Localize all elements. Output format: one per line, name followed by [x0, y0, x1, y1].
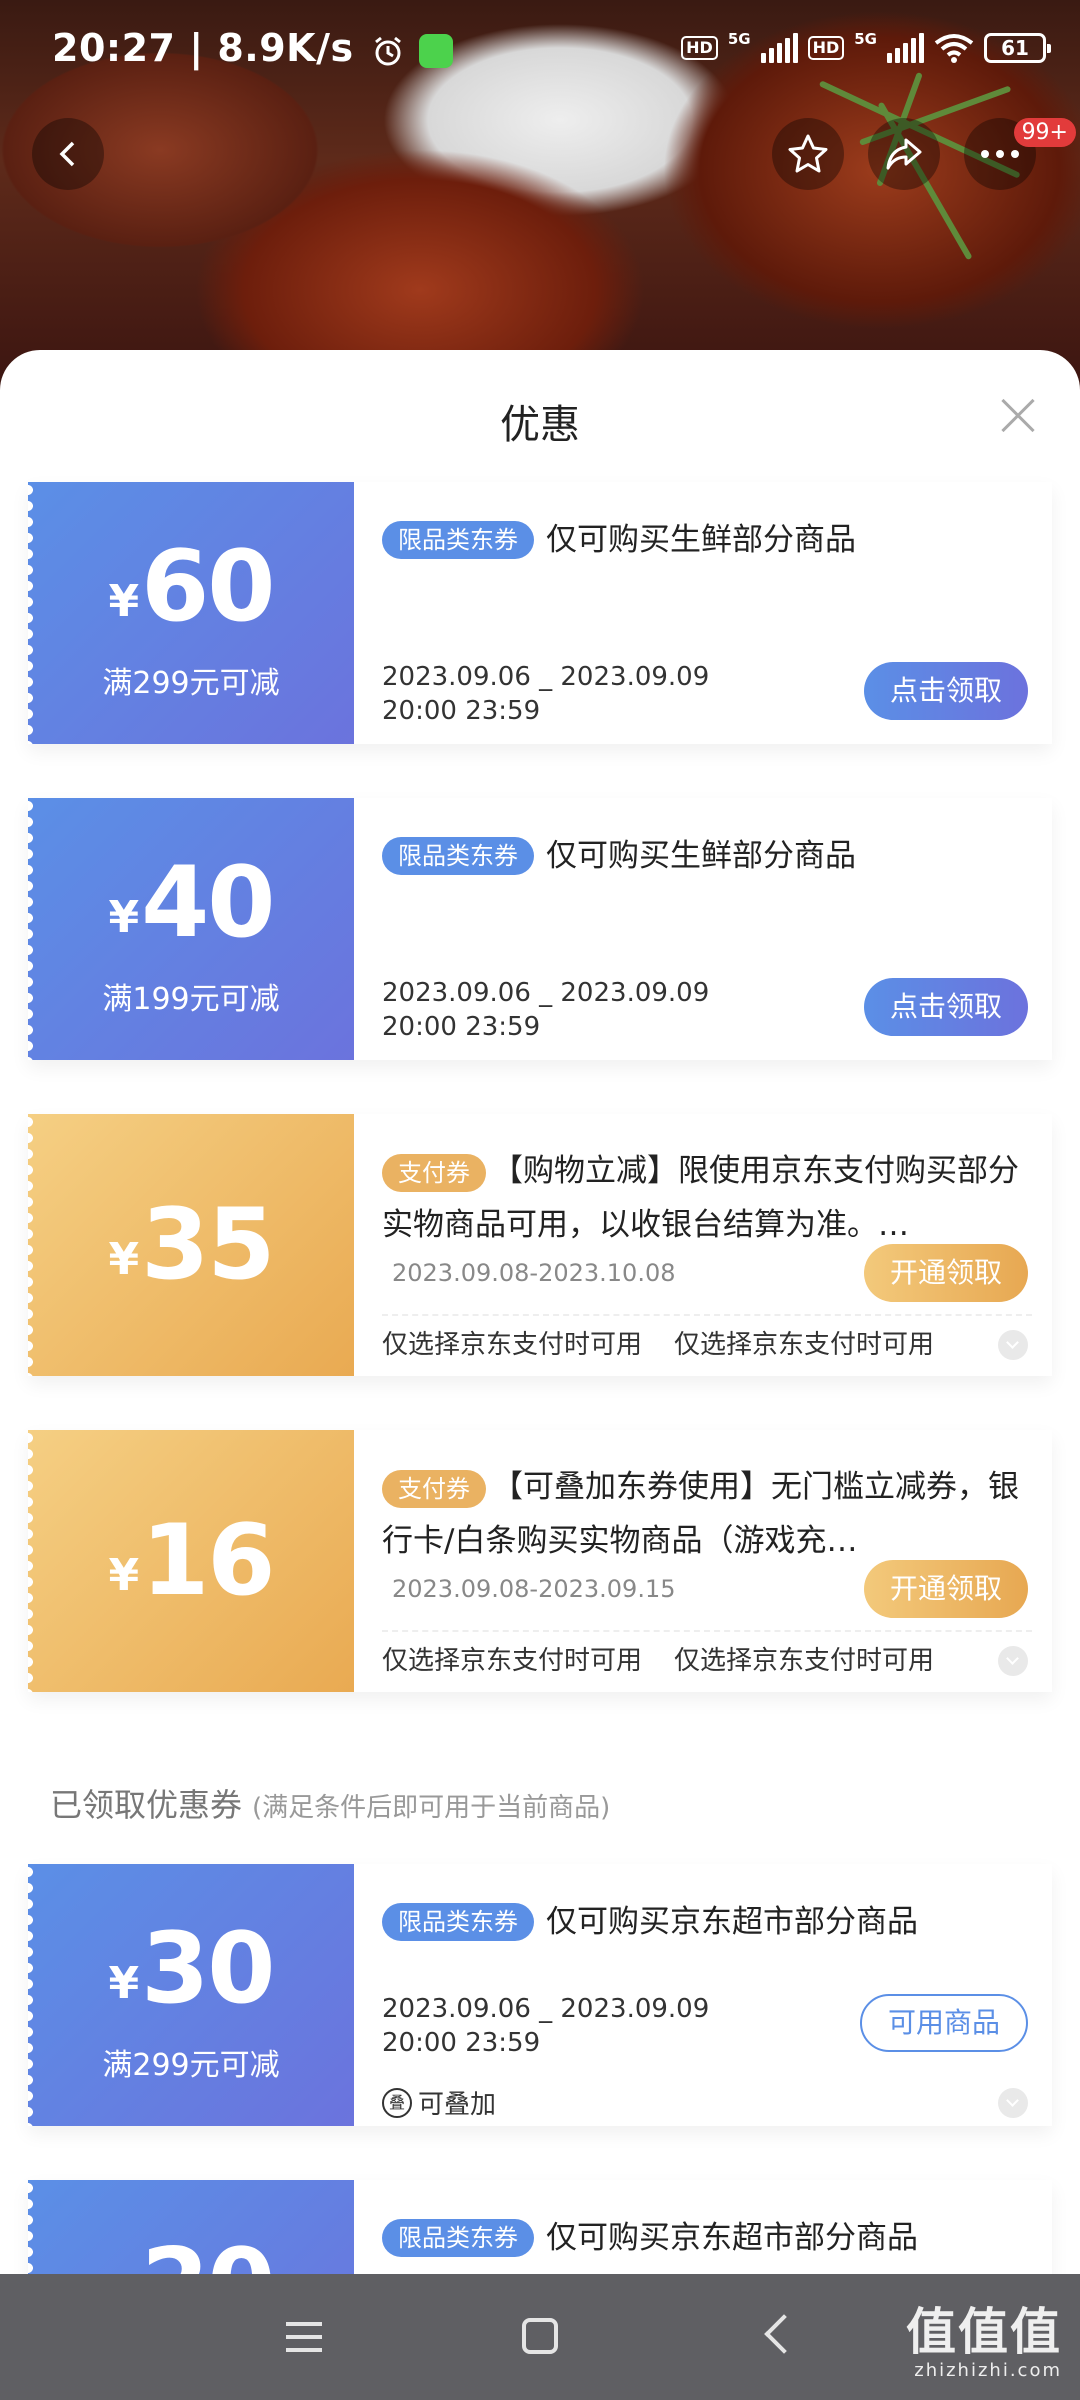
coupon-stub: ¥35 — [28, 1114, 354, 1376]
claimed-coupon-card: ¥20 限品类东券仅可购买京东超市部分商品 — [28, 2180, 1052, 2274]
watermark-logo: 值值值 — [906, 2303, 1062, 2361]
favorite-button[interactable] — [772, 118, 844, 190]
wifi-icon — [934, 34, 974, 63]
home-icon[interactable] — [522, 2318, 558, 2354]
claimed-section-heading: 已领取优惠券 (满足条件后即可用于当前商品) — [50, 1786, 611, 1824]
coupon-title: 仅可购买京东超市部分商品 — [546, 1903, 918, 1940]
coupon-card: ¥40 满199元可减 限品类东券 仅可购买生鲜部分商品 2023.09.06 _… — [28, 798, 1052, 1060]
coupon-condition: 满199元可减 — [102, 982, 280, 1017]
watermark-url: zhizhizhi.com — [914, 2360, 1062, 2381]
coupon-tag: 支付券 — [382, 1153, 486, 1192]
status-time: 20:27 | 8.9K/s — [52, 26, 454, 70]
coupon-validity: 2023.09.08-2023.09.15 — [392, 1575, 676, 1603]
claim-button[interactable]: 点击领取 — [863, 662, 1028, 720]
coupon-amount: ¥60 — [108, 530, 275, 644]
system-nav-bar: 值值值 zhizhizhi.com — [0, 2274, 1080, 2400]
expand-chevron-icon[interactable] — [998, 1646, 1028, 1676]
pay-coupon-card: ¥35 支付券 【购物立减】限使用京东支付购买部分实物商品可用，以收银台结算为准。… — [28, 1114, 1052, 1376]
more-icon — [981, 150, 1019, 158]
claim-button[interactable]: 点击领取 — [863, 978, 1028, 1036]
back-button[interactable] — [32, 118, 104, 190]
coupon-validity: 2023.09.06 _ 2023.09.09 20:00 23:59 — [382, 662, 710, 726]
pay-coupon-card: ¥16 支付券 【可叠加东券使用】无门槛立减券，银行卡/白条购买实物商品（游戏充…… — [28, 1430, 1052, 1692]
network-type: 5G — [854, 30, 877, 48]
coupon-amount: ¥30 — [108, 1912, 275, 2026]
coupon-tag: 支付券 — [382, 1469, 486, 1508]
coupon-tag: 限品类东券 — [382, 2218, 534, 2257]
coupon-validity: 2023.09.06 _ 2023.09.09 20:00 23:59 — [382, 978, 710, 1042]
alarm-icon — [375, 36, 402, 65]
coupon-validity: 2023.09.06 _ 2023.09.09 20:00 23:59 — [382, 1994, 710, 2058]
status-icons: HD 5G HD 5G 61 — [681, 30, 1051, 66]
applicable-products-button[interactable]: 可用商品 — [859, 1994, 1028, 2052]
nav-back-icon[interactable] — [764, 2314, 804, 2354]
coupon-validity: 2023.09.08-2023.10.08 — [392, 1259, 676, 1287]
coupon-stub: ¥20 — [28, 2180, 354, 2274]
coupon-amount: ¥35 — [108, 1188, 275, 1302]
star-icon — [788, 134, 828, 173]
coupon-stub: ¥60 满299元可减 — [28, 482, 354, 744]
activate-claim-button[interactable]: 开通领取 — [863, 1560, 1028, 1618]
stackable-label: 叠可叠加 — [382, 2084, 496, 2121]
app-notification-icon — [419, 33, 454, 68]
coupon-title: 仅可购买生鲜部分商品 — [546, 521, 856, 558]
coupon-amount: ¥40 — [108, 846, 275, 960]
coupon-amount: ¥20 — [28, 2228, 354, 2274]
coupon-sheet: 优惠 ¥60 满299元可减 限品类东券 仅可购买生鲜部分商品 2023.09.0… — [0, 350, 1080, 2274]
coupon-tag: 限品类东券 — [382, 1902, 534, 1941]
battery-icon: 61 — [984, 33, 1051, 63]
status-bar: 20:27 | 8.9K/s HD 5G HD 5G 61 — [0, 0, 1080, 96]
coupon-tag: 限品类东券 — [382, 836, 534, 875]
coupon-tag: 限品类东券 — [382, 520, 534, 559]
notification-badge: 99+ — [1013, 118, 1076, 147]
coupon-stub: ¥40 满199元可减 — [28, 798, 354, 1060]
coupon-stub: ¥30 满299元可减 — [28, 1864, 354, 2126]
activate-claim-button[interactable]: 开通领取 — [863, 1244, 1028, 1302]
signal-icon — [760, 33, 798, 63]
coupon-stub: ¥16 — [28, 1430, 354, 1692]
expand-chevron-icon[interactable] — [998, 2088, 1028, 2118]
hd-icon: HD — [681, 36, 718, 60]
coupon-notes: 仅选择京东支付时可用 仅选择京东支付时可用 — [382, 1646, 935, 1676]
coupon-title: 仅可购买生鲜部分商品 — [546, 837, 856, 874]
coupon-title: 仅可购买京东超市部分商品 — [546, 2219, 918, 2256]
expand-chevron-icon[interactable] — [998, 1330, 1028, 1360]
coupon-condition: 满299元可减 — [102, 666, 280, 701]
coupon-notes: 仅选择京东支付时可用 仅选择京东支付时可用 — [382, 1330, 935, 1360]
coupon-card: ¥60 满299元可减 限品类东券 仅可购买生鲜部分商品 2023.09.06 _… — [28, 482, 1052, 744]
sheet-title: 优惠 — [500, 402, 580, 448]
share-icon — [886, 138, 922, 170]
share-button[interactable] — [868, 118, 940, 190]
hd-icon: HD — [807, 36, 845, 60]
signal-icon — [887, 33, 924, 63]
close-button[interactable] — [1000, 398, 1036, 434]
claimed-coupon-card: ¥30 满299元可减 限品类东券 仅可购买京东超市部分商品 2023.09.06… — [28, 1864, 1052, 2126]
back-icon — [59, 141, 75, 167]
stack-icon: 叠 — [382, 2087, 412, 2118]
menu-icon[interactable] — [286, 2322, 322, 2352]
coupon-condition: 满299元可减 — [102, 2048, 280, 2083]
coupon-amount: ¥16 — [108, 1504, 275, 1618]
network-type: 5G — [727, 30, 751, 48]
